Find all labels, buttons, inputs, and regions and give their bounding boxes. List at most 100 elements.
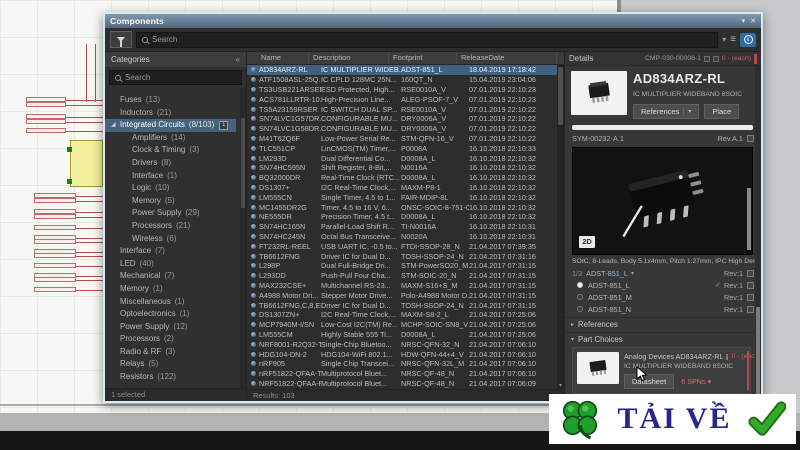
panel-menu-icon[interactable]: ▾ bbox=[742, 18, 746, 25]
table-row[interactable]: NRF8001-R2Q32-T Single-Chip Bluetoo... NRS… bbox=[247, 339, 557, 349]
expand-arrow-icon[interactable]: ◢ bbox=[111, 119, 116, 132]
category-item[interactable]: Fuses (13) bbox=[105, 94, 246, 107]
symbol-checkbox[interactable] bbox=[747, 135, 754, 142]
table-row[interactable]: TB6612FNG Driver IC for Dual D... TOSH-SSO… bbox=[247, 251, 557, 261]
table-row[interactable]: MC1455DR2G Timer, 4.5 to 16 V, 6... ONSC-S… bbox=[247, 202, 557, 212]
categories-search-input[interactable]: Search bbox=[109, 70, 242, 85]
table-row[interactable]: SN74HC165N Parallel-Load Shift R... TI-N00… bbox=[247, 222, 557, 232]
table-row[interactable]: nRF51822-QFAA-T Multiprotocol Bluet... NRS… bbox=[247, 369, 557, 379]
category-item[interactable]: Miscellaneous (1) bbox=[105, 296, 246, 309]
category-item[interactable]: Processors (2) bbox=[105, 333, 246, 346]
categories-scrollbar[interactable] bbox=[240, 88, 246, 388]
panel-titlebar[interactable]: Components ▾ ✕ bbox=[105, 14, 761, 28]
table-row[interactable]: MCP7940M-I/SN Low-Cost I2C(TM) Re... MCHP-… bbox=[247, 320, 557, 330]
footprint-checkbox[interactable] bbox=[747, 270, 754, 277]
table-scrollbar[interactable]: ▾ bbox=[557, 65, 564, 389]
table-row[interactable]: LM555CM Highly Stable 555 Ti... D0008A_L 21… bbox=[247, 330, 557, 340]
scrollbar-thumb[interactable] bbox=[756, 307, 760, 395]
filter-button[interactable] bbox=[110, 31, 132, 48]
column-header-releasedate[interactable]: ReleaseDate bbox=[457, 52, 557, 64]
table-row[interactable]: LM555CN Single Timer, 4.5 to 1... FAIR-MDI… bbox=[247, 192, 557, 202]
category-item[interactable]: Interface (7) bbox=[105, 245, 246, 258]
table-row[interactable]: LM293D Dual Differential Co... D0008A_L 16.… bbox=[247, 153, 557, 163]
chevron-down-icon[interactable]: ▾ bbox=[683, 108, 691, 115]
table-row[interactable]: SN74LVC1G57DR... CONFIGURABLE MU... DRY000… bbox=[247, 114, 557, 124]
footprint-checkbox[interactable] bbox=[747, 281, 754, 289]
collapse-icon[interactable]: « bbox=[236, 55, 240, 64]
table-row[interactable]: ATF1508ASL-25Q... IC CPLD 128MC 25N... 160… bbox=[247, 75, 557, 85]
table-row[interactable]: M41T62Q6F Low-Power Serial Re... STM-QFN-1… bbox=[247, 134, 557, 144]
category-item[interactable]: LED (40) bbox=[105, 258, 246, 271]
footprint-summary-row[interactable]: 1/3 ADST-851_L ▾ Rev:1 bbox=[565, 267, 761, 279]
table-row[interactable]: NRF51822-QFAA-R Multiprotocol Bluet... NRS… bbox=[247, 379, 557, 389]
radio-icon[interactable] bbox=[577, 282, 583, 288]
schematic-scrollbar[interactable] bbox=[0, 404, 618, 406]
table-row[interactable]: TB6612FNG,C,8,EL Driver IC for Dual D... T… bbox=[247, 300, 557, 310]
table-row[interactable]: SN74LVC1G58DR... CONFIGURABLE MU... DRY000… bbox=[247, 124, 557, 134]
table-row[interactable]: SN74HC245N Octal Bus Transceive... N0020A 1… bbox=[247, 232, 557, 242]
table-row[interactable]: AD834ARZ-RL IC MULTIPLIER WIDEB... ADST-85… bbox=[247, 65, 557, 75]
category-item[interactable]: Resistors (122) bbox=[105, 371, 246, 384]
place-button[interactable]: Place bbox=[704, 104, 740, 119]
table-row[interactable]: TLC551CP LinCMOS(TM) Timer,... P0008A 16.10… bbox=[247, 143, 557, 153]
references-section[interactable]: ▸ References bbox=[565, 317, 761, 330]
category-item[interactable]: Relays (5) bbox=[105, 358, 246, 371]
category-item[interactable]: Amplifiers (14) bbox=[105, 132, 246, 145]
column-header-footprint[interactable]: Footprint bbox=[389, 52, 457, 64]
table-row[interactable]: ACS781LLRTR-10... High-Precision Line... A… bbox=[247, 94, 557, 104]
category-item[interactable]: Interface (1) bbox=[105, 170, 246, 183]
table-row[interactable]: SN74HC595N Shift Register, 8-Bit,... N0016… bbox=[247, 163, 557, 173]
category-item[interactable]: Power Supply (12) bbox=[105, 321, 246, 334]
table-row[interactable]: A4988 Motor Dri... Stepper Motor Drive...… bbox=[247, 290, 557, 300]
main-search-input[interactable]: Search bbox=[136, 31, 719, 48]
footprint-item[interactable]: ADST-851_L ✓ Rev:1 bbox=[565, 279, 761, 291]
scroll-down-icon[interactable]: ▾ bbox=[557, 382, 564, 389]
model-3d-viewer[interactable]: 2D bbox=[572, 147, 753, 255]
column-header-description[interactable]: Description bbox=[309, 52, 389, 64]
radio-icon[interactable] bbox=[577, 306, 583, 312]
viewer-scrollbar[interactable] bbox=[747, 188, 751, 250]
details-scrollbar[interactable] bbox=[755, 66, 761, 401]
table-header[interactable]: Name Description Footprint ReleaseDate bbox=[247, 52, 564, 65]
category-item[interactable]: Mechanical (7) bbox=[105, 270, 246, 283]
view-2d-button[interactable]: 2D bbox=[579, 236, 595, 248]
list-view-icon[interactable]: ≡ bbox=[730, 34, 736, 45]
table-row[interactable]: nRF905 Single Chip Transcei... NRSC-QFN-32… bbox=[247, 359, 557, 369]
category-item[interactable]: Clock & Timing (3) bbox=[105, 144, 246, 157]
category-item[interactable]: Drivers (8) bbox=[105, 157, 246, 170]
category-item[interactable]: Radio & RF (3) bbox=[105, 346, 246, 359]
part-choice-card[interactable]: Analog Devices AD834ARZ-RL 0 - (each) IC… bbox=[572, 347, 761, 394]
spns-link[interactable]: 6 SPNs ▾ bbox=[681, 377, 711, 386]
category-item[interactable]: ◢ Integrated Circuits (8/103) 1 bbox=[105, 119, 236, 132]
table-row[interactable]: HDG104-DN-2 HDG104-WiFi 802.1... HDW-QFN-4… bbox=[247, 349, 557, 359]
scrollbar-thumb[interactable] bbox=[241, 118, 245, 208]
footprint-checkbox[interactable] bbox=[747, 293, 754, 301]
footprint-item[interactable]: ADST-851_N Rev:1 bbox=[565, 303, 761, 315]
category-item[interactable]: Memory (1) bbox=[105, 283, 246, 296]
chevron-down-icon[interactable]: ▾ bbox=[631, 270, 634, 277]
footprint-item[interactable]: ADST-851_M Rev:1 bbox=[565, 291, 761, 303]
category-item[interactable]: Wireless (6) bbox=[105, 233, 246, 246]
table-row[interactable]: L293DD Push-Pull Four Cha... STM-SOIC-20_N… bbox=[247, 271, 557, 281]
table-row[interactable]: MAX232CSE+ Multichannel RS-23... MAXM-S16+… bbox=[247, 281, 557, 291]
search-dropdown-icon[interactable]: ▾ bbox=[722, 35, 726, 44]
category-item[interactable]: Processors (21) bbox=[105, 220, 246, 233]
category-item[interactable]: Inductors (21) bbox=[105, 107, 246, 120]
table-row[interactable]: DS1307+ I2C Real-Time Clock,... MAXM-P8-1 1… bbox=[247, 183, 557, 193]
table-row[interactable]: DS1307ZN+ I2C Real-Time Clock,... MAXM-S8-… bbox=[247, 310, 557, 320]
category-item[interactable]: Power Supply (29) bbox=[105, 207, 246, 220]
table-row[interactable]: NE555DR Precision Timer, 4.5 t... D0008A_L… bbox=[247, 212, 557, 222]
info-button[interactable]: i bbox=[740, 32, 756, 47]
symbol-row[interactable]: SYM-00232-A.1 Rev.A.1 bbox=[565, 134, 761, 143]
table-row[interactable]: L298P Dual Full-Bridge Dri... STM-PowerSO2… bbox=[247, 261, 557, 271]
category-item[interactable]: Logic (10) bbox=[105, 182, 246, 195]
radio-icon[interactable] bbox=[577, 294, 583, 300]
category-item[interactable]: Memory (5) bbox=[105, 195, 246, 208]
scrollbar-thumb[interactable] bbox=[558, 67, 563, 125]
category-item[interactable]: Optoelectronics (1) bbox=[105, 308, 246, 321]
references-button[interactable]: References ▾ bbox=[633, 104, 700, 119]
column-header-name[interactable]: Name bbox=[247, 52, 309, 64]
horizontal-scrollbar[interactable] bbox=[572, 125, 753, 130]
table-row[interactable]: FT232RL-REEL USB UART IC, -0.5 to... FTDI-… bbox=[247, 241, 557, 251]
table-row[interactable]: TS5A23159RSER IC SWITCH DUAL SP... RSE0010… bbox=[247, 104, 557, 114]
